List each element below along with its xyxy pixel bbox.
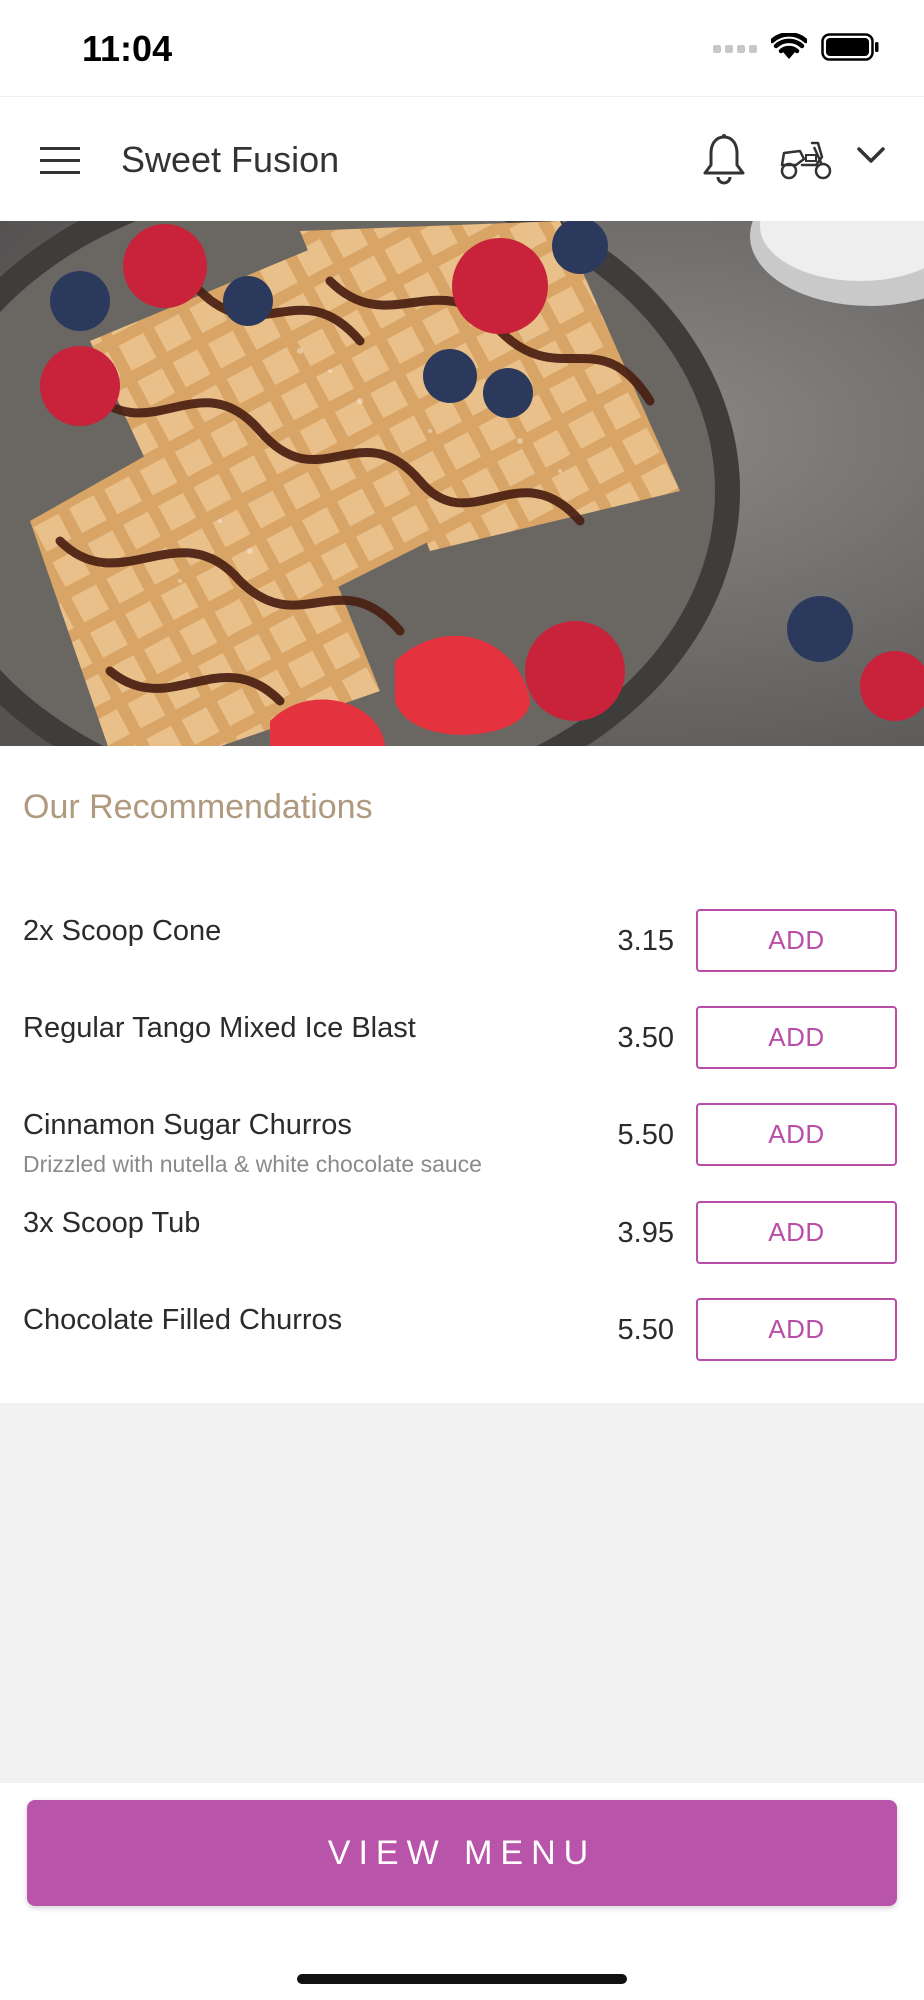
app-title: Sweet Fusion (121, 139, 340, 180)
add-button[interactable]: ADD (696, 1103, 897, 1166)
item-description: Drizzled with nutella & white chocolate … (23, 1151, 482, 1177)
status-icons (713, 33, 879, 61)
list-item: Cinnamon Sugar Churros Drizzled with nut… (0, 1103, 924, 1189)
add-button[interactable]: ADD (696, 1006, 897, 1069)
section-title: Our Recommendations (23, 788, 373, 826)
bell-icon[interactable] (702, 133, 746, 185)
scooter-icon[interactable] (778, 137, 834, 181)
hero-image (0, 221, 924, 746)
add-button[interactable]: ADD (696, 1298, 897, 1361)
list-item: Regular Tango Mixed Ice Blast 3.50 ADD (0, 1006, 924, 1092)
item-name: Chocolate Filled Churros (23, 1304, 343, 1336)
item-price: 5.50 (617, 1314, 674, 1346)
view-menu-button[interactable]: VIEW MENU (27, 1800, 897, 1906)
item-name: Regular Tango Mixed Ice Blast (23, 1012, 416, 1044)
list-item: Chocolate Filled Churros 5.50 ADD (0, 1298, 924, 1384)
item-price: 5.50 (617, 1119, 674, 1151)
item-name: 2x Scoop Cone (23, 915, 222, 947)
wifi-icon (771, 33, 807, 59)
waffle-illustration (0, 221, 924, 746)
item-price: 3.95 (617, 1217, 674, 1249)
home-indicator (297, 1974, 627, 1984)
item-name: Cinnamon Sugar Churros (23, 1109, 352, 1141)
hamburger-menu-icon[interactable] (38, 142, 82, 178)
item-name: 3x Scoop Tub (23, 1207, 201, 1239)
recommendations-section: Our Recommendations 2x Scoop Cone 3.15 A… (0, 746, 924, 1403)
item-price: 3.15 (617, 925, 674, 957)
status-time: 11:04 (82, 28, 173, 69)
cellular-signal-icon (713, 45, 757, 53)
list-item: 3x Scoop Tub 3.95 ADD (0, 1201, 924, 1287)
add-button[interactable]: ADD (696, 1201, 897, 1264)
app-header: Sweet Fusion (0, 96, 924, 222)
chevron-down-icon[interactable] (856, 145, 886, 165)
add-button[interactable]: ADD (696, 909, 897, 972)
item-price: 3.50 (617, 1022, 674, 1054)
battery-icon (821, 33, 879, 61)
list-item: 2x Scoop Cone 3.15 ADD (0, 909, 924, 995)
status-bar: 11:04 (0, 0, 924, 96)
footer: VIEW MENU (0, 1783, 924, 2000)
